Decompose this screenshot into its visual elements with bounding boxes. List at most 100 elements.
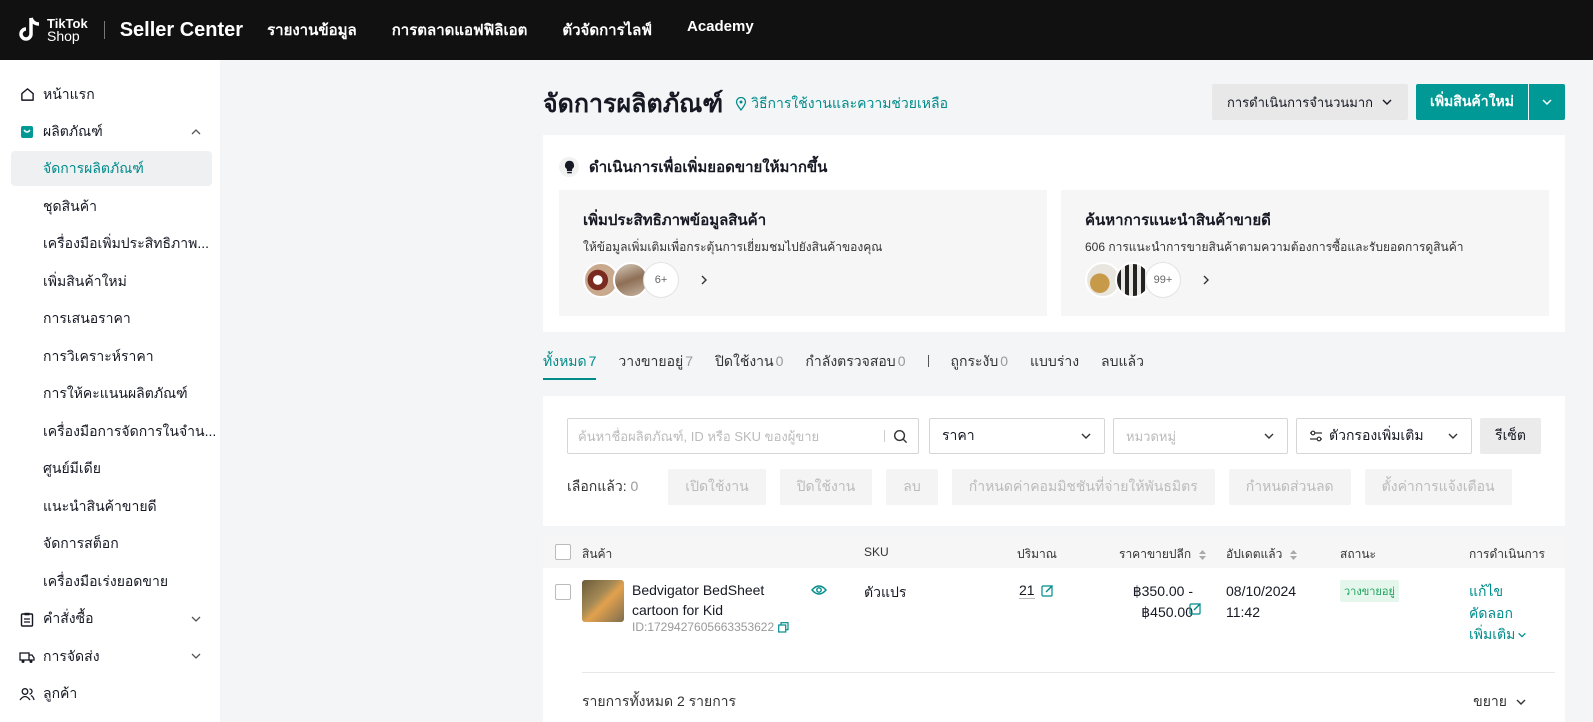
select-all-checkbox[interactable] xyxy=(555,544,571,560)
sidebar-item-products[interactable]: ผลิตภัณฑ์ xyxy=(0,114,220,152)
sidebar-subitem-product-sets[interactable]: ชุดสินค้า xyxy=(0,188,220,226)
tab-drafts[interactable]: แบบร่าง xyxy=(1030,350,1079,380)
total-items-text: รายการทั้งหมด 2 รายการ xyxy=(582,693,737,709)
bulk-selection-row: เลือกแล้ว: 0 เปิดใช้งาน ปิดใช้งาน ลบ กำห… xyxy=(567,469,1526,505)
sidebar-subitem-manage-products[interactable]: จัดการผลิตภัณฑ์ xyxy=(11,151,212,186)
product-id: ID:1729427605663353622 xyxy=(632,620,789,634)
sidebar-item-label: หน้าแรก xyxy=(43,85,95,102)
tab-count: 0 xyxy=(775,353,784,369)
price-filter-select[interactable]: ราคา xyxy=(929,418,1105,454)
copy-link[interactable]: คัดลอก xyxy=(1469,603,1527,625)
product-name[interactable]: Bedvigator BedSheet cartoon for Kid xyxy=(632,580,802,620)
add-product-dropdown-button[interactable] xyxy=(1529,84,1565,120)
tab-suspended[interactable]: ถูกระงับ 0 xyxy=(951,350,1009,380)
search-input[interactable]: ค้นหาชื่อผลิตภัณฑ์, ID หรือ SKU ของผู้ขา… xyxy=(567,418,919,454)
sidebar-subitem-sales-boost-tools[interactable]: เครื่องมือเร่งยอดขาย xyxy=(0,563,220,601)
more-filters-select[interactable]: ตัวกรองเพิ่มเติม xyxy=(1296,418,1472,454)
chevron-down-icon xyxy=(1518,632,1527,638)
status-badge: วางขายอยู่ xyxy=(1340,580,1399,602)
sidebar-subitem-bestseller-recommendations[interactable]: แนะนำสินค้าขายดี xyxy=(0,488,220,526)
filter-panel: ค้นหาชื่อผลิตภัณฑ์, ID หรือ SKU ของผู้ขา… xyxy=(543,396,1565,526)
eye-icon[interactable] xyxy=(811,584,827,596)
sidebar-subitem-media-center[interactable]: ศูนย์มีเดีย xyxy=(0,451,220,489)
product-bag-icon xyxy=(19,124,35,140)
header-retail-price[interactable]: ราคาขายปลีก xyxy=(1119,545,1207,564)
quantity-cell: 21 xyxy=(1019,582,1054,599)
sidebar-subitem-price-offer[interactable]: การเสนอราคา xyxy=(0,301,220,339)
chevron-down-icon xyxy=(1081,433,1091,439)
updated-time: 11:42 xyxy=(1226,604,1260,620)
chevron-down-icon xyxy=(1516,699,1526,705)
tab-label: ปิดใช้งาน xyxy=(715,353,774,369)
tab-active[interactable]: วางขายอยู่ 7 xyxy=(618,350,693,380)
tab-count: 7 xyxy=(588,353,597,369)
tab-all[interactable]: ทั้งหมด 7 xyxy=(543,350,597,380)
copy-icon[interactable] xyxy=(778,621,789,633)
users-icon xyxy=(19,686,35,702)
page-title: จัดการผลิตภัณฑ์ xyxy=(543,90,724,118)
header-updated-label: อัปเดตแล้ว xyxy=(1226,547,1283,561)
quantity-value: 21 xyxy=(1019,582,1035,599)
tiktok-shop-logo[interactable]: TikTok Shop xyxy=(18,15,88,45)
header-updated[interactable]: อัปเดตแล้ว xyxy=(1226,545,1298,564)
status-tabs: ทั้งหมด 7 วางขายอยู่ 7 ปิดใช้งาน 0 กำลังตรว… xyxy=(543,350,1166,380)
product-thumbnails: 6+ xyxy=(583,262,709,298)
chevron-down-icon xyxy=(191,653,201,659)
sidebar-subitem-price-analysis[interactable]: การวิเคราะห์ราคา xyxy=(0,338,220,376)
bulk-actions-button[interactable]: การดำเนินการจำนวนมาก xyxy=(1212,84,1408,120)
table-row: Bedvigator BedSheet cartoon for Kid ID:1… xyxy=(543,568,1565,658)
tab-deleted[interactable]: ลบแล้ว xyxy=(1101,350,1144,380)
edit-icon[interactable] xyxy=(1040,584,1054,597)
search-icon[interactable] xyxy=(893,429,908,444)
bulk-deactivate-button[interactable]: ปิดใช้งาน xyxy=(779,469,873,505)
sidebar-item-label: คำสั่งซื้อ xyxy=(43,610,94,627)
sidebar-subitem-bulk-tools[interactable]: เครื่องมือการจัดการในจำน... xyxy=(0,413,220,451)
selected-count: เลือกแล้ว: 0 xyxy=(567,476,638,498)
optimize-product-info-card[interactable]: เพิ่มประสิทธิภาพข้อมูลสินค้า ให้ข้อมูลเพ… xyxy=(559,190,1047,316)
row-checkbox[interactable] xyxy=(555,584,571,600)
selected-label: เลือกแล้ว: xyxy=(567,478,627,494)
sidebar-subitem-add-product[interactable]: เพิ่มสินค้าใหม่ xyxy=(0,263,220,301)
topnav-reports[interactable]: รายงานข้อมูล xyxy=(267,18,357,42)
reset-button[interactable]: รีเซ็ต xyxy=(1480,418,1541,454)
sidebar-item-home[interactable]: หน้าแรก xyxy=(0,76,220,114)
seller-center-title[interactable]: Seller Center xyxy=(120,19,243,42)
sales-boost-panel: ดำเนินการเพื่อเพิ่มยอดขายให้มากขึ้น เพิ่… xyxy=(543,135,1565,332)
lightbulb-icon xyxy=(559,157,579,177)
sidebar-subitem-optimization-tools[interactable]: เครื่องมือเพิ่มประสิทธิภาพ... xyxy=(0,226,220,264)
bulk-discount-button[interactable]: กำหนดส่วนลด xyxy=(1228,469,1351,505)
bestseller-recommendations-card[interactable]: ค้นหาการแนะนำสินค้าขายดี 606 การแนะนำการ… xyxy=(1061,190,1549,316)
more-actions-link[interactable]: เพิ่มเติม xyxy=(1469,624,1527,646)
sidebar-item-customers[interactable]: ลูกค้า xyxy=(0,676,220,714)
more-actions-label: เพิ่มเติม xyxy=(1469,626,1516,642)
help-link[interactable]: วิธีการใช้งานและความช่วยเหลือ xyxy=(735,93,948,115)
sidebar-item-label: ลูกค้า xyxy=(43,685,78,702)
sidebar-item-shipping[interactable]: การจัดส่ง xyxy=(0,638,220,676)
topnav-academy[interactable]: Academy xyxy=(687,18,754,42)
bulk-delete-button[interactable]: ลบ xyxy=(886,469,938,505)
expand-button[interactable]: ขยาย xyxy=(1473,691,1527,713)
chevron-right-icon xyxy=(701,275,707,285)
category-filter-select[interactable]: หมวดหมู่ xyxy=(1113,418,1288,454)
topnav-live-manager[interactable]: ตัวจัดการไลฟ์ xyxy=(562,18,652,42)
bulk-affiliate-commission-button[interactable]: กำหนดค่าคอมมิชชันที่จ่ายให้พันธมิตร xyxy=(951,469,1215,505)
tab-deactivated[interactable]: ปิดใช้งาน 0 xyxy=(715,350,783,380)
tab-label: แบบร่าง xyxy=(1030,353,1080,369)
add-product-button[interactable]: เพิ่มสินค้าใหม่ xyxy=(1416,84,1528,120)
tab-reviewing[interactable]: กำลังตรวจสอบ 0 xyxy=(805,350,905,380)
category-placeholder: หมวดหมู่ xyxy=(1126,428,1177,444)
sidebar-subitem-stock-management[interactable]: จัดการสต็อก xyxy=(0,526,220,564)
header-retail-price-label: ราคาขายปลีก xyxy=(1119,547,1192,561)
sidebar-item-orders[interactable]: คำสั่งซื้อ xyxy=(0,601,220,639)
bulk-activate-button[interactable]: เปิดใช้งาน xyxy=(668,469,766,505)
header-sku: SKU xyxy=(864,545,889,559)
header-product: สินค้า xyxy=(582,547,613,561)
product-thumbnail[interactable] xyxy=(582,580,624,622)
edit-link[interactable]: แก้ไข xyxy=(1469,581,1527,603)
bulk-notification-button[interactable]: ตั้งค่าการแจ้งเตือน xyxy=(1364,469,1512,505)
sidebar-subitem-product-ratings[interactable]: การให้คะแนนผลิตภัณฑ์ xyxy=(0,376,220,414)
card-description: 606 การแนะนำการขายสินค้าตามความต้องการซื… xyxy=(1085,240,1464,254)
sku-value: ตัวแปร xyxy=(864,584,907,600)
edit-icon[interactable] xyxy=(1189,602,1202,615)
topnav-affiliate[interactable]: การตลาดแอฟฟิลิเอต xyxy=(392,18,528,42)
